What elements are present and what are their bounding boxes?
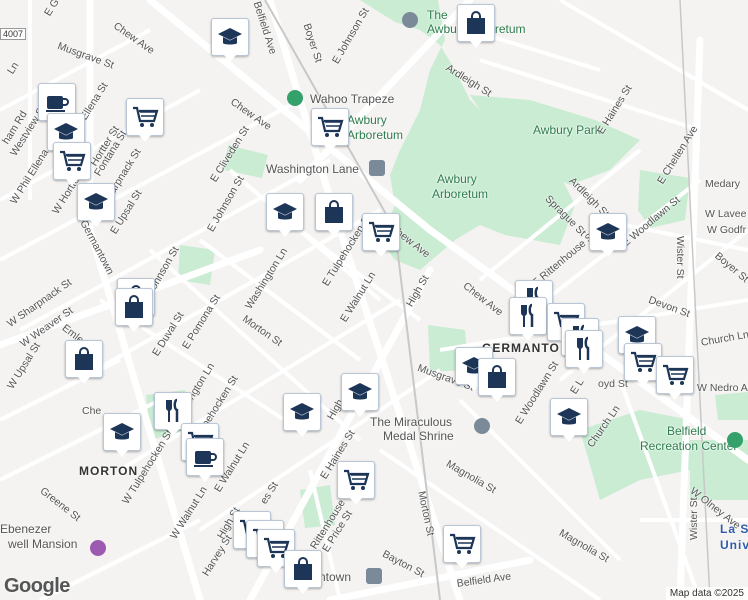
school-marker[interactable] bbox=[550, 398, 588, 442]
school-icon bbox=[273, 203, 297, 220]
street-wister-st-2: Wister St bbox=[688, 497, 700, 540]
school-marker[interactable] bbox=[266, 193, 304, 237]
shopping-icon bbox=[488, 365, 506, 388]
grocery-marker[interactable] bbox=[362, 213, 400, 257]
street-w-lavee: W Lavee bbox=[705, 208, 747, 220]
train-station-icon[interactable] bbox=[369, 160, 385, 176]
park-label-awbury-park: Awbury Park bbox=[533, 123, 601, 137]
shopping-icon bbox=[325, 200, 343, 223]
school-marker[interactable] bbox=[103, 413, 141, 457]
museum-icon[interactable] bbox=[402, 12, 418, 28]
grocery-icon bbox=[450, 533, 476, 554]
park-label-arboretum-1a: Awbury bbox=[347, 113, 387, 127]
grocery-marker[interactable] bbox=[337, 461, 375, 505]
park-label-great-1: The bbox=[427, 8, 448, 22]
grocery-marker[interactable] bbox=[656, 356, 694, 400]
shopping-icon bbox=[125, 295, 143, 318]
shopping-marker[interactable] bbox=[284, 550, 322, 594]
shopping-marker[interactable] bbox=[115, 288, 153, 332]
map-attribution: Map data ©2025 bbox=[665, 587, 748, 600]
grocery-icon bbox=[133, 106, 159, 127]
grocery-icon bbox=[60, 150, 86, 171]
park-pin-icon[interactable] bbox=[727, 432, 743, 448]
street-w-godfr: W Godfr bbox=[707, 224, 747, 236]
park-label-belfield-1: Belfield bbox=[667, 424, 707, 438]
school-icon bbox=[348, 383, 372, 400]
school-icon bbox=[557, 408, 581, 425]
street-w-nedro: W Nedro A bbox=[697, 382, 748, 394]
park-label-belfield-2: Recreation Center bbox=[640, 439, 738, 453]
grocery-icon bbox=[318, 116, 344, 137]
school-icon bbox=[290, 403, 314, 420]
station-label-washington-lane: Washington Lane bbox=[266, 162, 359, 176]
park-label-arboretum-2a: Awbury bbox=[437, 172, 477, 186]
street-medary: Medary bbox=[705, 178, 741, 190]
church-icon[interactable] bbox=[474, 418, 490, 434]
school-icon bbox=[110, 423, 134, 440]
street-boyd-st: oyd St bbox=[598, 378, 628, 390]
cafe-icon bbox=[46, 96, 69, 112]
school-icon bbox=[596, 223, 620, 240]
grocery-icon bbox=[663, 364, 689, 385]
shopping-marker[interactable] bbox=[65, 340, 103, 384]
park-label-arboretum-2b: Arboretum bbox=[432, 187, 489, 201]
restaurant-icon bbox=[577, 336, 590, 360]
train-station-icon-2[interactable] bbox=[366, 568, 382, 584]
park-label-arboretum-1b: Arboretum bbox=[347, 128, 404, 142]
shopping-marker[interactable] bbox=[478, 358, 516, 402]
restaurant-marker[interactable] bbox=[565, 330, 603, 374]
amusement-park-icon[interactable] bbox=[287, 90, 303, 106]
grocery-icon bbox=[344, 469, 370, 490]
area-label-lasalle-2: Univ bbox=[720, 538, 748, 552]
grocery-marker[interactable] bbox=[53, 142, 91, 186]
area-label-germantown: GERMANTO bbox=[482, 341, 560, 355]
google-logo: Google bbox=[4, 575, 70, 597]
poi-label-ebenezer-2: well Mansion bbox=[8, 537, 78, 551]
route-shield: 4007 bbox=[0, 28, 27, 40]
school-marker[interactable] bbox=[283, 393, 321, 437]
street-wister-st-1: Wister St bbox=[674, 236, 686, 279]
shopping-icon bbox=[467, 11, 485, 34]
school-icon bbox=[84, 193, 108, 210]
poi-label-wahoo: Wahoo Trapeze bbox=[310, 92, 395, 106]
shopping-icon bbox=[294, 557, 312, 580]
area-label-town: ntown bbox=[319, 570, 352, 584]
grocery-marker[interactable] bbox=[311, 108, 349, 152]
historic-site-icon[interactable] bbox=[90, 540, 106, 556]
map-base bbox=[0, 0, 748, 600]
cafe-icon bbox=[194, 451, 217, 467]
poi-label-ebenezer-1: Ebenezer bbox=[0, 522, 52, 536]
restaurant-icon bbox=[521, 303, 534, 327]
area-label-morton: MORTON bbox=[79, 464, 139, 478]
grocery-marker[interactable] bbox=[126, 98, 164, 142]
school-marker[interactable] bbox=[341, 373, 379, 417]
school-marker[interactable] bbox=[211, 18, 249, 62]
restaurant-marker[interactable] bbox=[509, 297, 547, 341]
poi-label-medal-1: The Miraculous bbox=[370, 415, 453, 429]
poi-label-medal-2: Medal Shrine bbox=[383, 429, 454, 443]
school-marker[interactable] bbox=[589, 213, 627, 257]
grocery-icon bbox=[369, 221, 395, 242]
cafe-marker[interactable] bbox=[186, 438, 224, 482]
street-ches: Che bbox=[82, 405, 102, 417]
restaurant-icon bbox=[166, 398, 179, 422]
school-marker[interactable] bbox=[77, 183, 115, 227]
school-icon bbox=[218, 28, 242, 45]
grocery-marker[interactable] bbox=[443, 525, 481, 569]
shopping-marker[interactable] bbox=[457, 4, 495, 48]
map[interactable]: 4007 The Awbury Arboretum Awbury Arboret… bbox=[0, 0, 748, 600]
shopping-marker[interactable] bbox=[315, 193, 353, 237]
shopping-icon bbox=[75, 347, 93, 370]
grocery-icon bbox=[631, 351, 657, 372]
